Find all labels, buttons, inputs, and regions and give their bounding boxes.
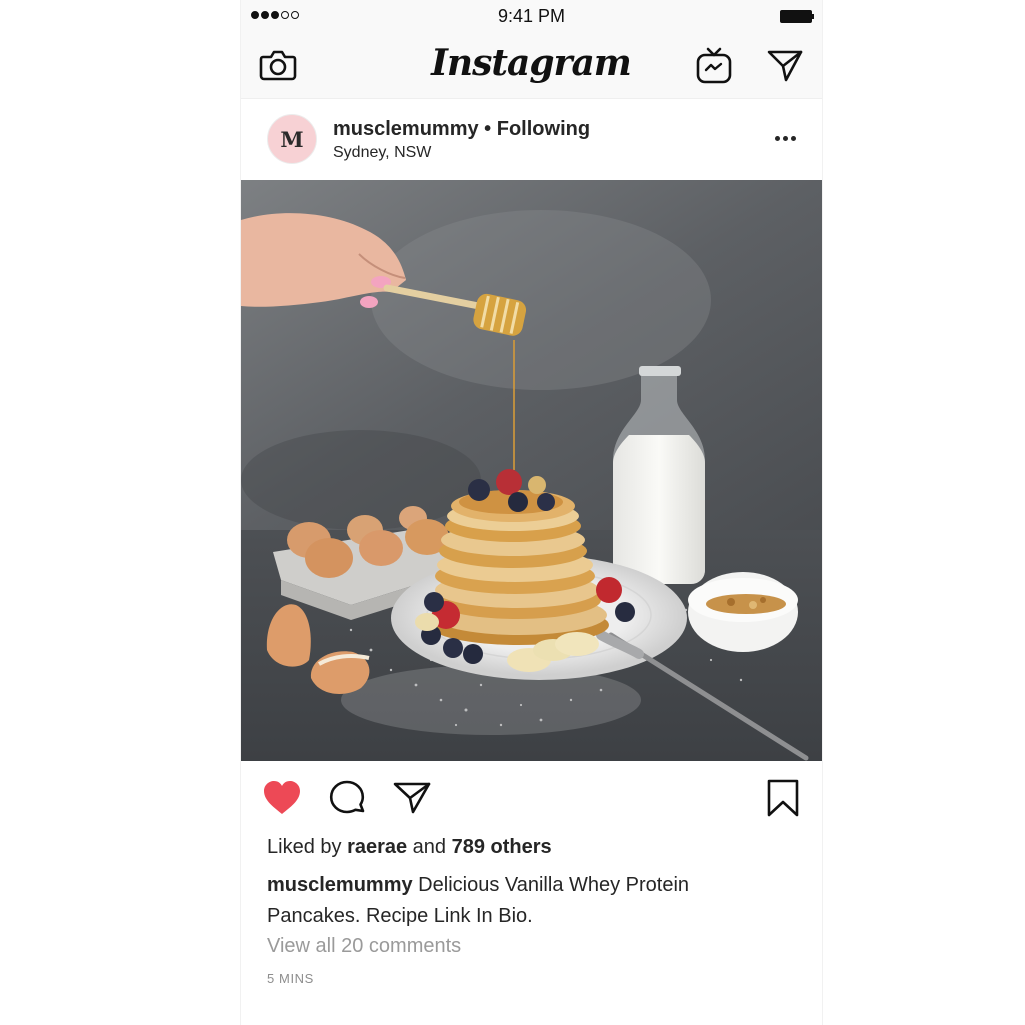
igtv-icon[interactable] [693,44,735,86]
instagram-logo[interactable]: Instagram [431,42,632,84]
separator-dot: • [478,118,497,140]
share-icon[interactable] [390,776,434,820]
likes-prefix: Liked by [267,836,348,858]
more-options-icon[interactable] [766,127,804,149]
page: 9:41 PM Instagram M musclemummy • Follow… [0,0,1025,1025]
likes-summary: Liked by raerae and 789 others [267,836,552,859]
comment-icon[interactable] [325,776,369,820]
post-location[interactable]: Sydney, NSW [333,144,431,162]
app-header: Instagram [241,34,822,99]
bookmark-icon[interactable] [761,776,805,820]
pancake-photo-illustration [241,180,822,761]
follow-status[interactable]: Following [497,118,590,140]
post-photo[interactable] [241,180,822,761]
caption-username[interactable]: musclemummy [267,874,413,896]
view-comments-link[interactable]: View all 20 comments [267,935,461,958]
status-time: 9:41 PM [497,6,566,26]
battery-icon [780,10,814,23]
post-caption: musclemummy Delicious Vanilla Whey Prote… [267,870,767,932]
post-author-line: musclemummy • Following [333,118,590,141]
likes-others-link[interactable]: 789 others [452,836,552,858]
avatar[interactable]: M [267,114,317,164]
direct-message-icon[interactable] [764,44,806,86]
phone-screen: 9:41 PM Instagram M musclemummy • Follow… [241,0,822,1025]
likes-middle: and [407,836,452,858]
post-username[interactable]: musclemummy [333,118,479,140]
status-bar: 9:41 PM [241,0,822,34]
post-header: M musclemummy • Following Sydney, NSW [241,99,822,180]
heart-icon[interactable] [260,776,304,820]
post-actions [241,762,822,832]
post-timestamp: 5 MINS [267,971,314,986]
liker-username[interactable]: raerae [347,836,407,858]
camera-icon[interactable] [257,44,299,86]
